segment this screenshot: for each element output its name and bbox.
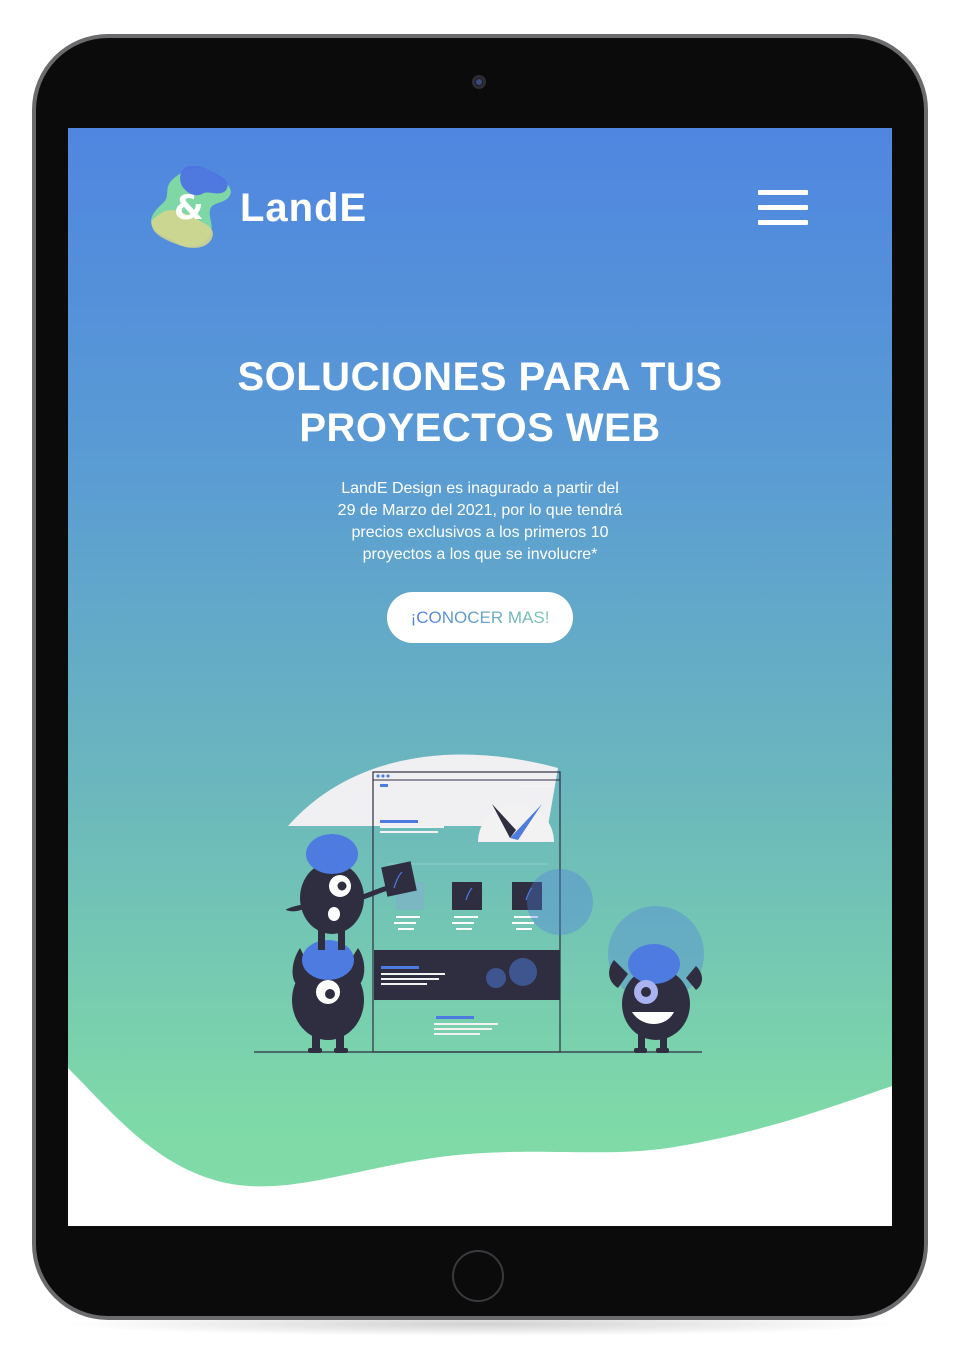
brand-name: LandE xyxy=(240,186,368,230)
hero-description-line: 29 de Marzo del 2021, por lo que tendrá xyxy=(337,502,623,519)
screen: & LandE SOLUCIONES PARA TUS PROYECTOS WE… xyxy=(68,128,892,1226)
conocer-mas-label: ¡CONOCER MAS! xyxy=(410,607,550,627)
hero-description-line: LandE Design es inagurado a partir del xyxy=(341,480,619,497)
hero-title-line-2: PROYECTOS WEB xyxy=(299,406,661,450)
hero-illustration xyxy=(254,754,704,1053)
bottom-wave xyxy=(68,1068,892,1226)
camera-icon xyxy=(472,75,486,89)
hero-title-line-1: SOLUCIONES PARA TUS xyxy=(237,355,723,399)
home-button[interactable] xyxy=(452,1250,504,1302)
logo-symbol: & xyxy=(174,188,204,228)
hero-description-line: precios exclusivos a los primeros 10 xyxy=(351,524,609,541)
brand-logo[interactable]: & LandE xyxy=(150,166,390,252)
hero-title: SOLUCIONES PARA TUS PROYECTOS WEB xyxy=(68,352,892,454)
hamburger-menu-icon[interactable] xyxy=(758,190,808,226)
hero-description-line: proyectos a los que se involucre* xyxy=(362,546,598,563)
conocer-mas-button[interactable]: ¡CONOCER MAS! xyxy=(387,592,573,643)
hero-description: LandE Design es inagurado a partir del 2… xyxy=(300,478,660,566)
